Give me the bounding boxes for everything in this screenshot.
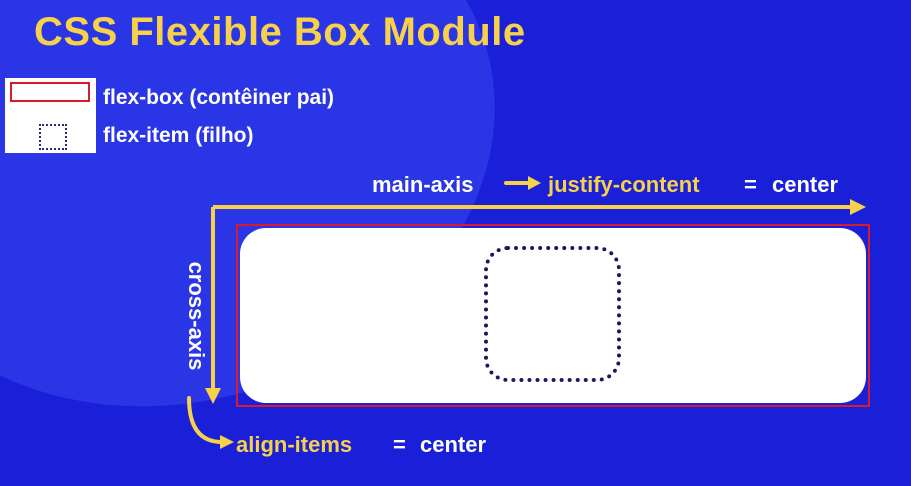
- main-axis-small-arrow-icon: [504, 176, 541, 190]
- align-items-curved-arrow-icon: [187, 396, 234, 449]
- axis-arrows: [187, 176, 866, 449]
- cross-axis-arrow-icon: [205, 207, 221, 404]
- main-axis-arrow-icon: [213, 199, 866, 215]
